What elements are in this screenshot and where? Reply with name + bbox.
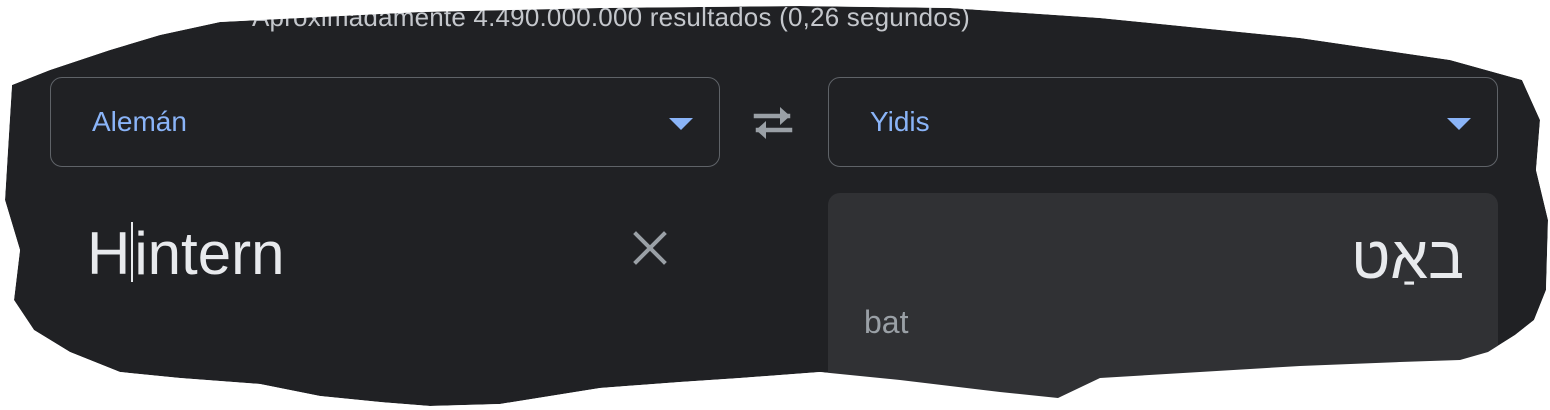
translation-output-panel: באַט bat [828,193,1498,410]
results-stats-text: Aproximadamente 4.490.000.000 resultados… [252,2,970,32]
source-language-select[interactable]: Alemán [50,77,720,167]
source-text-input[interactable]: Hintern [87,217,284,291]
source-text-after-cursor: intern [134,220,285,287]
source-text-area[interactable]: Hintern [50,193,720,363]
source-text-before-cursor: H [87,220,131,287]
source-language-label: Alemán [92,106,187,137]
clear-text-icon [633,231,667,265]
target-language-select[interactable]: Yidis [828,77,1498,167]
dropdown-arrow-icon [669,118,693,130]
dropdown-arrow-icon [1447,118,1471,130]
swap-languages-button[interactable] [748,100,798,146]
transliteration-text: bat [864,304,909,340]
clear-text-button[interactable] [630,228,670,268]
swap-languages-icon [753,107,793,139]
target-language-label: Yidis [870,106,930,137]
translator-screenshot: Aproximadamente 4.490.000.000 resultados… [0,0,1550,410]
translation-text: באַט [1351,224,1464,291]
